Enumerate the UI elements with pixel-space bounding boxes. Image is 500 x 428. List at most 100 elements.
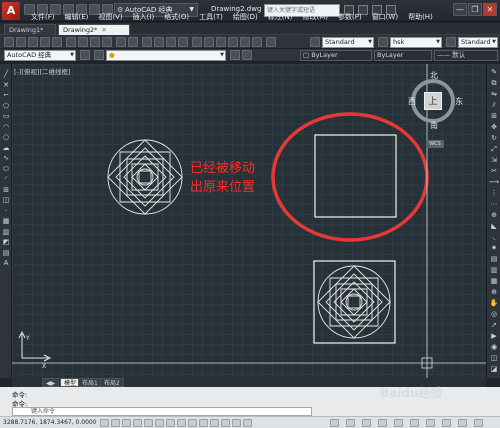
- move-icon[interactable]: ✥: [489, 123, 499, 132]
- annotation-monitor-toggle[interactable]: [243, 419, 252, 427]
- undo-icon[interactable]: [116, 37, 126, 47]
- linetype-select[interactable]: ByLayer: [374, 50, 432, 61]
- preview-icon[interactable]: [52, 37, 62, 47]
- grid-toggle[interactable]: [111, 419, 120, 427]
- polygon-icon[interactable]: ⬠: [1, 102, 11, 111]
- tab-layout2[interactable]: 布局2: [100, 378, 124, 387]
- scale-icon[interactable]: ⤢: [489, 145, 499, 154]
- tab-layout1[interactable]: 布局1: [78, 378, 102, 387]
- zoom-window-icon[interactable]: [166, 37, 176, 47]
- hardware-acceleration-icon[interactable]: [442, 419, 451, 427]
- mirror-icon[interactable]: ⇋: [489, 90, 499, 99]
- menu-item[interactable]: 修改(M): [297, 12, 333, 23]
- break-icon[interactable]: ⋯: [489, 200, 499, 209]
- zoom-realtime-icon[interactable]: [154, 37, 164, 47]
- pan-icon[interactable]: [142, 37, 152, 47]
- ellipse-arc-icon[interactable]: ◜: [1, 175, 11, 184]
- array-icon[interactable]: ⊞: [489, 112, 499, 121]
- menu-item[interactable]: 绘图(D): [228, 12, 263, 23]
- model-space-icon[interactable]: [330, 419, 339, 427]
- sheet-set-icon[interactable]: [228, 37, 238, 47]
- clean-screen-icon[interactable]: [474, 419, 483, 427]
- workspace-settings-icon[interactable]: [80, 50, 90, 60]
- quick-view-drawings-icon[interactable]: [362, 419, 371, 427]
- lock-icon[interactable]: [426, 419, 435, 427]
- zoom-icon[interactable]: ⊕: [489, 288, 499, 297]
- construction-line-icon[interactable]: ✕: [1, 81, 11, 90]
- menu-item[interactable]: 插入(I): [128, 12, 160, 23]
- attribute-icon[interactable]: ◪: [489, 365, 499, 374]
- print-icon[interactable]: [40, 37, 50, 47]
- menu-item[interactable]: 帮助(H): [403, 12, 438, 23]
- join-icon[interactable]: ⊕: [489, 211, 499, 220]
- copy-icon[interactable]: ⧉: [489, 79, 499, 88]
- menu-item[interactable]: 格式(O): [159, 12, 194, 23]
- dyn-toggle[interactable]: [188, 419, 197, 427]
- insert-block-icon[interactable]: ⊞: [1, 186, 11, 195]
- new-icon[interactable]: [4, 37, 14, 47]
- rectangle-icon[interactable]: ▭: [1, 112, 11, 121]
- make-block-icon[interactable]: ◫: [1, 196, 11, 205]
- text-icon[interactable]: A: [1, 259, 11, 268]
- save-icon[interactable]: [28, 37, 38, 47]
- layout-nav-icon[interactable]: ◀▶: [42, 378, 60, 387]
- menu-item[interactable]: 参数(P): [333, 12, 367, 23]
- stretch-icon[interactable]: ⇲: [489, 156, 499, 165]
- rotate-icon[interactable]: ↻: [489, 134, 499, 143]
- annotation-scale-icon[interactable]: [378, 419, 387, 427]
- compass-south[interactable]: 南: [430, 120, 438, 131]
- menu-item[interactable]: 文件(F): [26, 12, 60, 23]
- transparency-toggle[interactable]: [210, 419, 219, 427]
- dim-style-select[interactable]: hsk ▼: [390, 37, 442, 48]
- match-properties-icon[interactable]: [102, 37, 112, 47]
- polyline-icon[interactable]: ⌐: [1, 91, 11, 100]
- orbit-icon[interactable]: ◎: [489, 310, 499, 319]
- ducs-toggle[interactable]: [177, 419, 186, 427]
- menu-item[interactable]: 窗口(W): [367, 12, 403, 23]
- isolate-objects-icon[interactable]: [458, 419, 467, 427]
- open-icon[interactable]: [16, 37, 26, 47]
- break-at-point-icon[interactable]: ⋮: [489, 189, 499, 198]
- layer-previous-icon[interactable]: [242, 50, 252, 60]
- menu-item[interactable]: 工具(T): [194, 12, 228, 23]
- markup-icon[interactable]: [240, 37, 250, 47]
- workspace-switching-icon[interactable]: [410, 419, 419, 427]
- compass-east[interactable]: 东: [455, 96, 463, 107]
- chamfer-icon[interactable]: ◣: [489, 222, 499, 231]
- copy-icon[interactable]: [78, 37, 88, 47]
- close-icon[interactable]: ✕: [101, 26, 106, 34]
- showmotion-icon[interactable]: ▶: [489, 332, 499, 341]
- steering-wheel-icon[interactable]: ◉: [489, 343, 499, 352]
- quickcalc-icon[interactable]: [252, 37, 262, 47]
- design-center-icon[interactable]: [204, 37, 214, 47]
- layer-properties-icon[interactable]: [94, 50, 104, 60]
- 3dosnap-toggle[interactable]: [155, 419, 164, 427]
- line-icon[interactable]: ╱: [1, 70, 11, 79]
- menu-item[interactable]: 视图(V): [93, 12, 127, 23]
- tab-model[interactable]: 模型: [60, 378, 81, 387]
- extend-icon[interactable]: ⟶: [489, 178, 499, 187]
- region-icon[interactable]: ◩: [1, 238, 11, 247]
- annotation-visibility-icon[interactable]: [394, 419, 403, 427]
- tab-drawing1[interactable]: Drawing1*: [4, 24, 56, 35]
- qp-toggle[interactable]: [221, 419, 230, 427]
- arc-icon[interactable]: ◠: [1, 123, 11, 132]
- tool-palettes-icon[interactable]: [216, 37, 226, 47]
- circle-icon[interactable]: ○: [1, 133, 11, 142]
- trim-icon[interactable]: ✂: [489, 167, 499, 176]
- layer-icon[interactable]: ▥: [489, 266, 499, 275]
- properties-icon[interactable]: [192, 37, 202, 47]
- make-current-layer-icon[interactable]: [230, 50, 240, 60]
- drawing-canvas[interactable]: [-][俯视][二维线框] Y X 北 西 东 南 上 WCS 已经被移动 出原…: [12, 64, 486, 378]
- hatch-icon[interactable]: ▦: [1, 217, 11, 226]
- help-icon[interactable]: [266, 37, 276, 47]
- lineweight-toggle[interactable]: [199, 419, 208, 427]
- menu-item[interactable]: 标注(N): [263, 12, 298, 23]
- pan-icon[interactable]: ✋: [489, 299, 499, 308]
- table-icon[interactable]: ▤: [1, 249, 11, 258]
- spline-icon[interactable]: ∿: [1, 154, 11, 163]
- selection-cycling-toggle[interactable]: [232, 419, 241, 427]
- offset-icon[interactable]: ⫽: [489, 101, 499, 110]
- ortho-toggle[interactable]: [122, 419, 131, 427]
- tab-drawing2[interactable]: Drawing2* ✕: [58, 24, 130, 35]
